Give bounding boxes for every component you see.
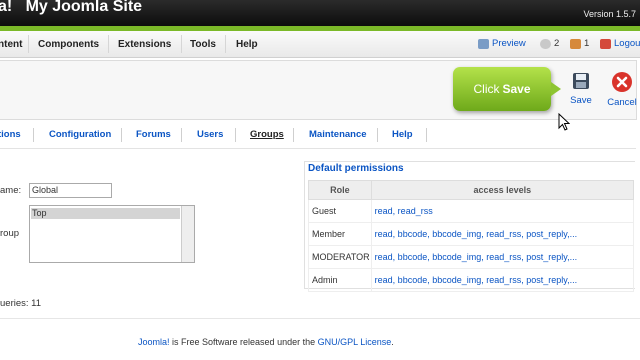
permissions-title: Default permissions <box>308 163 404 174</box>
cancel-label: Cancel <box>607 97 637 108</box>
permissions-table: Role access levels Guest read, read_rss … <box>308 180 635 292</box>
joomla-link[interactable]: Joomla! <box>138 337 170 347</box>
footer-end: . <box>391 337 394 347</box>
save-label: Save <box>570 95 592 106</box>
role-cell: Admin <box>308 268 372 292</box>
menu-divider <box>28 35 29 53</box>
cancel-button[interactable]: Cancel <box>602 71 640 108</box>
subnav-divider <box>33 128 34 142</box>
menu-divider <box>181 35 182 53</box>
name-label: ame: <box>0 185 22 196</box>
menu-components[interactable]: Components <box>38 39 99 50</box>
access-levels-link[interactable]: read, bbcode, bbcode_img, read_rss, post… <box>370 245 635 269</box>
site-title: a! My Joomla Site <box>0 0 143 15</box>
footer-text: Joomla! is Free Software released under … <box>138 337 394 347</box>
messages-count[interactable]: 2 <box>540 38 559 49</box>
table-row: Guest read, read_rss <box>308 199 635 223</box>
subnav-divider <box>121 128 122 142</box>
column-header-role: Role <box>308 180 372 200</box>
click-save-callout: Click Save <box>453 67 551 111</box>
subnav-options[interactable]: tions <box>0 129 21 140</box>
subnav-groups[interactable]: Groups <box>250 129 284 140</box>
group-name-input[interactable]: Global <box>29 183 112 198</box>
menu-tools[interactable]: Tools <box>190 39 216 50</box>
menu-divider <box>225 35 226 53</box>
subnav-forums[interactable]: Forums <box>136 129 171 140</box>
subnav-divider <box>426 128 427 142</box>
table-row: Admin read, bbcode, bbcode_img, read_rss… <box>308 268 635 292</box>
query-count: ueries: 11 <box>0 298 42 309</box>
menu-extensions[interactable]: Extensions <box>118 39 171 50</box>
listbox-option-top[interactable]: Top <box>31 208 180 219</box>
preview-icon <box>478 38 489 49</box>
subnav-divider <box>293 128 294 142</box>
subnav-maintenance[interactable]: Maintenance <box>309 129 367 140</box>
preview-link[interactable]: Preview <box>478 38 526 49</box>
messages-count-label: 2 <box>554 38 560 49</box>
cancel-icon <box>612 72 632 92</box>
listbox-scrollbar[interactable] <box>181 206 194 262</box>
footer-middle: is Free Software released under the <box>169 337 318 347</box>
subnav-divider <box>235 128 236 142</box>
logout-link[interactable]: Logout <box>600 38 640 49</box>
column-header-access-levels: access levels <box>370 180 635 200</box>
users-online[interactable]: 1 <box>570 38 589 49</box>
users-icon <box>570 38 581 49</box>
preview-label: Preview <box>492 38 526 49</box>
subnav-configuration[interactable]: Configuration <box>49 129 111 140</box>
save-icon <box>573 73 589 89</box>
callout-pointer <box>551 82 561 96</box>
logout-label: Logout <box>614 38 640 49</box>
version-label: Version 1.5.7 <box>583 9 636 19</box>
save-button[interactable]: Save <box>561 71 601 106</box>
menu-help[interactable]: Help <box>236 39 258 50</box>
logout-icon <box>600 38 611 49</box>
footer-divider <box>0 318 640 319</box>
component-subnav: tions Configuration Forums Users Groups … <box>0 124 636 146</box>
access-levels-link[interactable]: read, bbcode, bbcode_img, read_rss, post… <box>370 222 635 246</box>
access-levels-link[interactable]: read, read_rss <box>370 199 635 223</box>
access-levels-link[interactable]: read, bbcode, bbcode_img, read_rss, post… <box>370 268 635 292</box>
role-cell: Member <box>308 222 372 246</box>
parent-group-listbox[interactable]: Top <box>29 205 195 263</box>
role-cell: Guest <box>308 199 372 223</box>
users-count-label: 1 <box>584 38 590 49</box>
messages-icon <box>540 38 551 49</box>
top-header: a! My Joomla Site Version 1.5.7 <box>0 0 640 26</box>
callout-prefix: Click <box>473 82 500 96</box>
subnav-help[interactable]: Help <box>392 129 413 140</box>
subnav-users[interactable]: Users <box>197 129 223 140</box>
parent-group-label: roup <box>0 228 20 239</box>
table-row: Member read, bbcode, bbcode_img, read_rs… <box>308 222 635 246</box>
content-divider <box>0 148 636 149</box>
subnav-divider <box>181 128 182 142</box>
menu-divider <box>108 35 109 53</box>
menu-content[interactable]: ntent <box>0 39 22 50</box>
subnav-divider <box>377 128 378 142</box>
role-cell: MODERATOR <box>308 245 372 269</box>
table-row: MODERATOR read, bbcode, bbcode_img, read… <box>308 245 635 269</box>
callout-emphasis: Save <box>502 82 531 96</box>
main-menu: ntent Components Extensions Tools Help P… <box>0 31 640 58</box>
license-link[interactable]: GNU/GPL License <box>318 337 392 347</box>
